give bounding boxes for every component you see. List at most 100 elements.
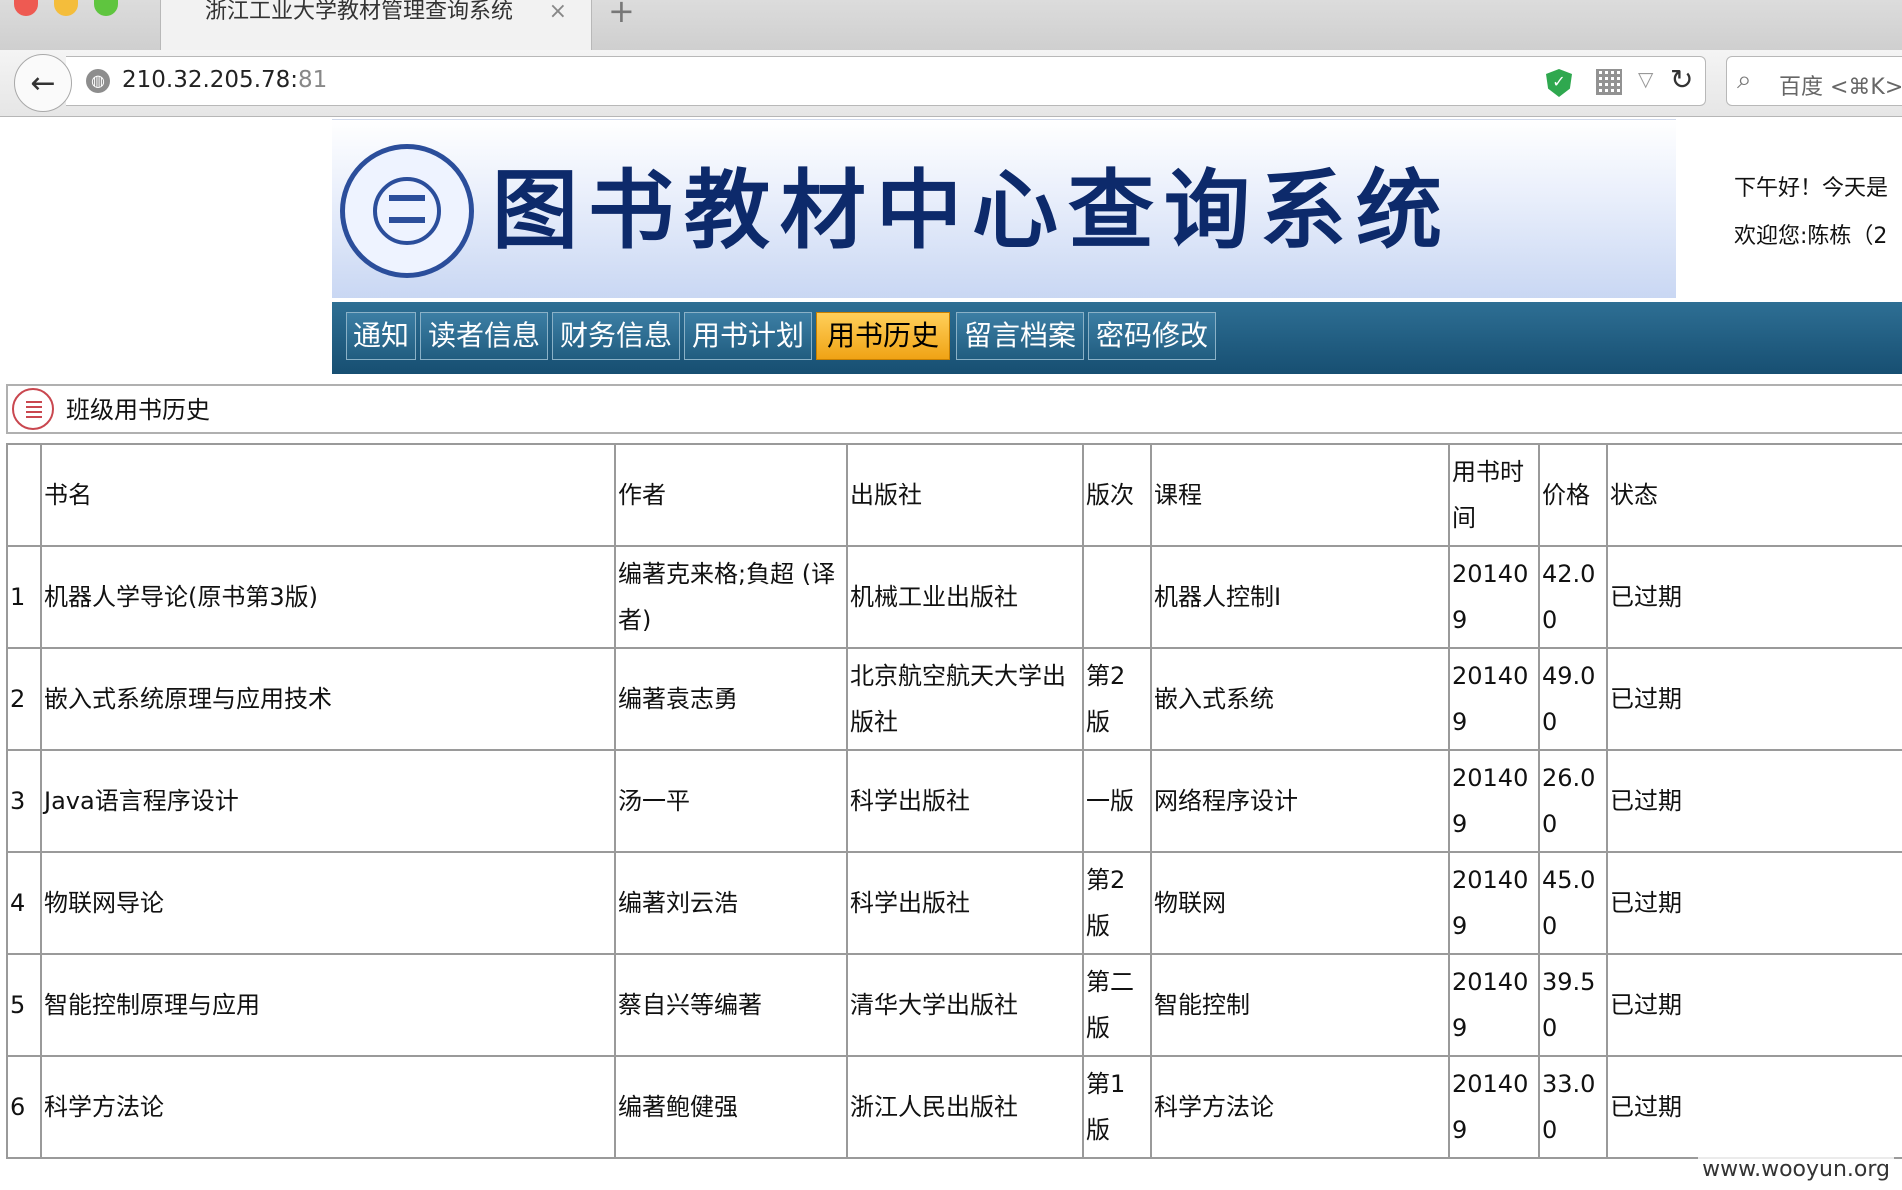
cell-use-time: 201409 xyxy=(1448,1055,1540,1159)
cell-price: 49.00 xyxy=(1538,647,1608,751)
cell-title: 科学方法论 xyxy=(40,1055,616,1159)
cell-price: 33.00 xyxy=(1538,1055,1608,1159)
cell-status: 已过期 xyxy=(1606,851,1902,955)
cell-course: 嵌入式系统 xyxy=(1150,647,1450,751)
cell-title: 机器人学导论(原书第3版) xyxy=(40,545,616,649)
table-row: 3 Java语言程序设计 汤一平 科学出版社 一版 网络程序设计 201409 … xyxy=(6,749,1902,853)
cell-use-time: 201409 xyxy=(1448,851,1540,955)
dropdown-icon[interactable]: ▽ xyxy=(1638,67,1653,91)
menu-item-finance-info[interactable]: 财务信息 xyxy=(552,312,680,360)
qr-code-icon[interactable] xyxy=(1596,69,1622,95)
cell-author: 汤一平 xyxy=(614,749,848,853)
cell-publisher: 机械工业出版社 xyxy=(846,545,1084,649)
university-seal-logo xyxy=(340,144,474,278)
cell-use-time: 201409 xyxy=(1448,953,1540,1057)
system-title: 图书教材中心查询系统 xyxy=(492,160,1452,261)
cell-index: 5 xyxy=(6,953,42,1057)
cell-use-time: 201409 xyxy=(1448,545,1540,649)
table-row: 5 智能控制原理与应用 蔡自兴等编著 清华大学出版社 第二版 智能控制 2014… xyxy=(6,953,1902,1057)
list-icon xyxy=(12,388,54,430)
cell-course: 网络程序设计 xyxy=(1150,749,1450,853)
page-content: 图书教材中心查询系统 下午好！今天是 欢迎您:陈栋（2 通知 读者信息 财务信息… xyxy=(0,117,1902,1190)
cell-status: 已过期 xyxy=(1606,647,1902,751)
search-icon: ⌕ xyxy=(1737,65,1752,95)
cell-author: 蔡自兴等编著 xyxy=(614,953,848,1057)
column-header-author: 作者 xyxy=(614,443,848,547)
cell-edition: 一版 xyxy=(1082,749,1152,853)
menu-item-change-password[interactable]: 密码修改 xyxy=(1088,312,1216,360)
browser-tab-bar: 浙江工业大学教材管理查询系统 × + xyxy=(0,0,1902,50)
cell-course: 智能控制 xyxy=(1150,953,1450,1057)
search-box[interactable]: ⌕ 百度 <⌘K> xyxy=(1726,56,1902,106)
cell-edition: 第2版 xyxy=(1082,647,1152,751)
cell-author: 编著袁志勇 xyxy=(614,647,848,751)
shield-icon[interactable]: ✓ xyxy=(1546,69,1572,97)
column-header-title: 书名 xyxy=(40,443,616,547)
cell-publisher: 科学出版社 xyxy=(846,851,1084,955)
browser-tab[interactable]: 浙江工业大学教材管理查询系统 × xyxy=(160,0,592,50)
tab-close-icon[interactable]: × xyxy=(549,0,567,24)
greeting-panel: 下午好！今天是 欢迎您:陈栋（2 xyxy=(1734,165,1888,261)
menu-item-book-plan[interactable]: 用书计划 xyxy=(684,312,812,360)
cell-price: 39.50 xyxy=(1538,953,1608,1057)
cell-title: 物联网导论 xyxy=(40,851,616,955)
section-title: 班级用书历史 xyxy=(66,396,210,424)
cell-course: 物联网 xyxy=(1150,851,1450,955)
table-header-row: 书名 作者 出版社 版次 课程 用书时间 价格 状态 xyxy=(6,443,1902,547)
cell-index: 6 xyxy=(6,1055,42,1159)
minimize-window-button[interactable] xyxy=(54,0,78,16)
menu-item-book-history[interactable]: 用书历史 xyxy=(816,312,950,360)
cell-publisher: 清华大学出版社 xyxy=(846,953,1084,1057)
back-button[interactable]: ← xyxy=(14,54,72,112)
cell-publisher: 科学出版社 xyxy=(846,749,1084,853)
maximize-window-button[interactable] xyxy=(94,0,118,16)
url-text[interactable]: 210.32.205.78:81 xyxy=(122,67,327,93)
main-menu: 通知 读者信息 财务信息 用书计划 用书历史 留言档案 密码修改 xyxy=(332,302,1902,374)
section-header: 班级用书历史 xyxy=(6,384,1902,434)
column-header-use-time: 用书时间 xyxy=(1448,443,1540,547)
reload-icon[interactable]: ↻ xyxy=(1670,63,1693,96)
menu-item-message-archive[interactable]: 留言档案 xyxy=(956,312,1084,360)
new-tab-button[interactable]: + xyxy=(608,0,635,27)
site-watermark-text: www.wooyun.org xyxy=(1698,1157,1894,1182)
greeting-time: 下午好！今天是 xyxy=(1734,176,1889,201)
cell-edition: 第二版 xyxy=(1082,953,1152,1057)
table-row: 1 机器人学导论(原书第3版) 编著克来格;負超 (译者) 机械工业出版社 机器… xyxy=(6,545,1902,649)
column-header-edition: 版次 xyxy=(1082,443,1152,547)
close-window-button[interactable] xyxy=(14,0,38,16)
cell-author: 编著鲍健强 xyxy=(614,1055,848,1159)
cell-status: 已过期 xyxy=(1606,953,1902,1057)
table-row: 2 嵌入式系统原理与应用技术 编著袁志勇 北京航空航天大学出版社 第2版 嵌入式… xyxy=(6,647,1902,751)
browser-toolbar: ◍ 210.32.205.78:81 ✓ ▽ ↻ ← ⌕ 百度 <⌘K> xyxy=(0,50,1902,117)
table-row: 6 科学方法论 编著鲍健强 浙江人民出版社 第1版 科学方法论 201409 3… xyxy=(6,1055,1902,1159)
column-header-status: 状态 xyxy=(1606,443,1902,547)
tab-title: 浙江工业大学教材管理查询系统 xyxy=(205,0,514,24)
search-input[interactable]: 百度 <⌘K> xyxy=(1779,69,1902,101)
table-row: 4 物联网导论 编著刘云浩 科学出版社 第2版 物联网 201409 45.00… xyxy=(6,851,1902,955)
cell-index: 2 xyxy=(6,647,42,751)
column-header-course: 课程 xyxy=(1150,443,1450,547)
cell-title: Java语言程序设计 xyxy=(40,749,616,853)
cell-publisher: 浙江人民出版社 xyxy=(846,1055,1084,1159)
cell-author: 编著克来格;負超 (译者) xyxy=(614,545,848,649)
address-bar[interactable]: ◍ 210.32.205.78:81 ✓ ▽ ↻ xyxy=(66,56,1706,106)
column-header-price: 价格 xyxy=(1538,443,1608,547)
menu-item-reader-info[interactable]: 读者信息 xyxy=(420,312,548,360)
book-history-table: 书名 作者 出版社 版次 课程 用书时间 价格 状态 1 机器人学导论(原书第3… xyxy=(6,443,1902,1159)
globe-icon: ◍ xyxy=(86,69,110,93)
cell-price: 45.00 xyxy=(1538,851,1608,955)
cell-edition xyxy=(1082,545,1152,649)
cell-edition: 第2版 xyxy=(1082,851,1152,955)
menu-item-notice[interactable]: 通知 xyxy=(346,312,416,360)
back-arrow-icon: ← xyxy=(30,65,56,101)
cell-title: 智能控制原理与应用 xyxy=(40,953,616,1057)
cell-status: 已过期 xyxy=(1606,1055,1902,1159)
cell-use-time: 201409 xyxy=(1448,749,1540,853)
greeting-user: 欢迎您:陈栋（2 xyxy=(1734,224,1888,249)
cell-use-time: 201409 xyxy=(1448,647,1540,751)
cell-index: 3 xyxy=(6,749,42,853)
cell-price: 26.00 xyxy=(1538,749,1608,853)
cell-status: 已过期 xyxy=(1606,545,1902,649)
cell-author: 编著刘云浩 xyxy=(614,851,848,955)
cell-edition: 第1版 xyxy=(1082,1055,1152,1159)
